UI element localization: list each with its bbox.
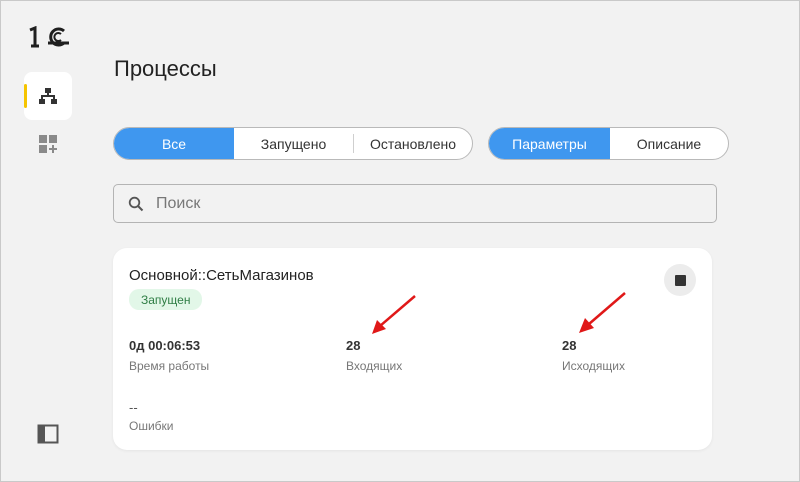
filter-all[interactable]: Все	[114, 128, 234, 159]
stop-button[interactable]	[664, 264, 696, 296]
logo-1c	[28, 25, 70, 48]
status-filter: Все Запущено Остановлено	[113, 127, 473, 160]
process-title: Основной::СетьМагазинов	[129, 267, 314, 284]
status-badge: Запущен	[129, 289, 203, 310]
stop-icon	[674, 274, 686, 286]
add-widget-icon	[39, 135, 57, 153]
page-title: Процессы	[114, 56, 217, 81]
panel-toggle-button[interactable]	[24, 410, 72, 458]
metric-outgoing: 28 Исходящих	[562, 338, 625, 373]
search-box	[113, 184, 717, 223]
search-input[interactable]	[156, 194, 696, 213]
incoming-value: 28	[346, 338, 361, 353]
tab-description[interactable]: Описание	[610, 128, 728, 159]
uptime-value: 0д 00:06:53	[129, 338, 201, 353]
outgoing-value: 28	[562, 338, 577, 353]
process-card[interactable]: Основной::СетьМагазинов Запущен 0д 00:06…	[113, 248, 712, 450]
filter-running[interactable]: Запущено	[234, 128, 353, 159]
view-filter: Параметры Описание	[488, 127, 729, 160]
metric-incoming: 28 Входящих	[346, 338, 402, 373]
sidebar-item-processes[interactable]	[24, 72, 72, 120]
uptime-label: Время работы	[129, 359, 210, 373]
panel-toggle-icon	[37, 424, 59, 444]
filter-stopped[interactable]: Остановлено	[354, 128, 472, 159]
metric-uptime: 0д 00:06:53 Время работы	[129, 338, 209, 373]
tab-parameters[interactable]: Параметры	[489, 128, 610, 159]
metric-errors: -- Ошибки	[129, 400, 174, 433]
errors-label: Ошибки	[129, 419, 174, 433]
incoming-label: Входящих	[346, 359, 403, 373]
sidebar-item-add[interactable]	[24, 120, 72, 168]
errors-value: --	[129, 400, 138, 415]
search-icon	[128, 196, 144, 211]
outgoing-label: Исходящих	[562, 359, 625, 373]
hierarchy-icon	[39, 88, 57, 104]
